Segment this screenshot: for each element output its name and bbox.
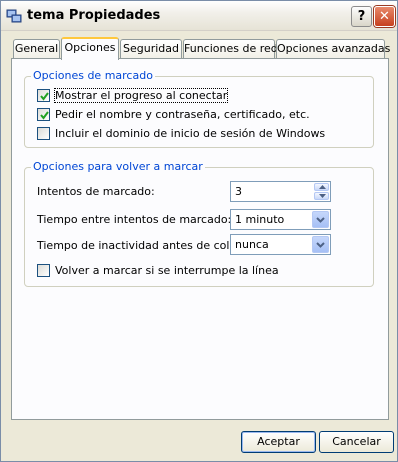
window-title: tema Propiedades	[27, 8, 161, 23]
interval-label: Tiempo entre intentos de marcado:	[37, 213, 232, 226]
tab-seguridad[interactable]: Seguridad	[120, 39, 182, 59]
title-bar[interactable]: tema Propiedades ? ✕	[1, 1, 397, 31]
prompt-credentials-label: Pedir el nombre y contraseña, certificad…	[55, 108, 310, 121]
tab-opciones[interactable]: Opciones	[61, 37, 119, 60]
show-progress-label: Mostrar el progreso al conectar	[53, 88, 229, 103]
redial-options-legend: Opciones para volver a marcar	[31, 160, 205, 173]
tab-panel-opciones: Opciones de marcado Mostrar el progreso …	[11, 58, 389, 420]
close-icon: ✕	[379, 9, 390, 24]
arrow-down-icon	[319, 194, 326, 198]
network-connection-icon	[6, 8, 22, 24]
chevron-down-icon	[316, 217, 325, 223]
redial-options-group: Opciones para volver a marcar Intentos d…	[24, 160, 374, 287]
dialing-options-group: Opciones de marcado Mostrar el progreso …	[24, 69, 374, 148]
ok-button-label: Aceptar	[257, 435, 300, 448]
prompt-credentials-checkbox[interactable]	[37, 108, 50, 121]
spinner-buttons	[314, 183, 329, 200]
spin-down-button[interactable]	[314, 192, 329, 200]
attempts-spinner[interactable]: 3	[230, 181, 331, 202]
cancel-button[interactable]: Cancelar	[319, 431, 394, 453]
chevron-down-icon	[316, 242, 325, 248]
tab-funciones-de-red[interactable]: Funciones de red	[183, 39, 278, 59]
redial-on-drop-label: Volver a marcar si se interrumpe la líne…	[55, 264, 279, 277]
checkmark-icon	[40, 111, 49, 120]
include-domain-label: Incluir el dominio de inicio de sesión d…	[55, 127, 326, 140]
tab-opciones-avanzadas[interactable]: Opciones avanzadas	[276, 39, 390, 59]
show-progress-checkbox[interactable]	[37, 89, 50, 102]
tab-label: Funciones de red	[184, 42, 278, 55]
tab-label: General	[14, 42, 59, 55]
interval-value: 1 minuto	[235, 213, 285, 226]
cancel-button-label: Cancelar	[332, 435, 381, 448]
properties-dialog: tema Propiedades ? ✕ General Opciones Se…	[0, 0, 398, 462]
idle-value: nunca	[235, 238, 269, 251]
spin-up-button[interactable]	[314, 183, 329, 191]
attempts-label: Intentos de marcado:	[37, 185, 155, 198]
prompt-credentials-option[interactable]: Pedir el nombre y contraseña, certificad…	[37, 107, 337, 123]
dialing-options-legend: Opciones de marcado	[31, 69, 155, 82]
redial-on-drop-checkbox[interactable]	[37, 264, 50, 277]
redial-on-drop-option[interactable]: Volver a marcar si se interrumpe la líne…	[37, 263, 337, 279]
tab-label: Opciones	[64, 41, 116, 54]
idle-dropdown-button[interactable]	[312, 236, 329, 253]
attempts-value: 3	[235, 185, 242, 198]
ok-button[interactable]: Aceptar	[241, 431, 316, 453]
close-button[interactable]: ✕	[374, 6, 395, 27]
include-domain-option[interactable]: Incluir el dominio de inicio de sesión d…	[37, 126, 357, 142]
idle-dropdown[interactable]: nunca	[230, 234, 331, 255]
help-icon: ?	[357, 9, 366, 24]
tab-general[interactable]: General	[13, 39, 60, 59]
interval-dropdown[interactable]: 1 minuto	[230, 209, 331, 230]
show-progress-option[interactable]: Mostrar el progreso al conectar	[37, 88, 337, 104]
tab-strip: General Opciones Seguridad Funciones de …	[11, 37, 390, 60]
idle-label: Tiempo de inactividad antes de colgar:	[37, 239, 252, 252]
checkmark-icon	[40, 92, 49, 101]
help-button[interactable]: ?	[351, 6, 372, 27]
tab-label: Seguridad	[123, 42, 179, 55]
interval-dropdown-button[interactable]	[312, 211, 329, 228]
include-domain-checkbox[interactable]	[37, 127, 50, 140]
arrow-up-icon	[319, 185, 326, 189]
tab-label: Opciones avanzadas	[277, 42, 391, 55]
